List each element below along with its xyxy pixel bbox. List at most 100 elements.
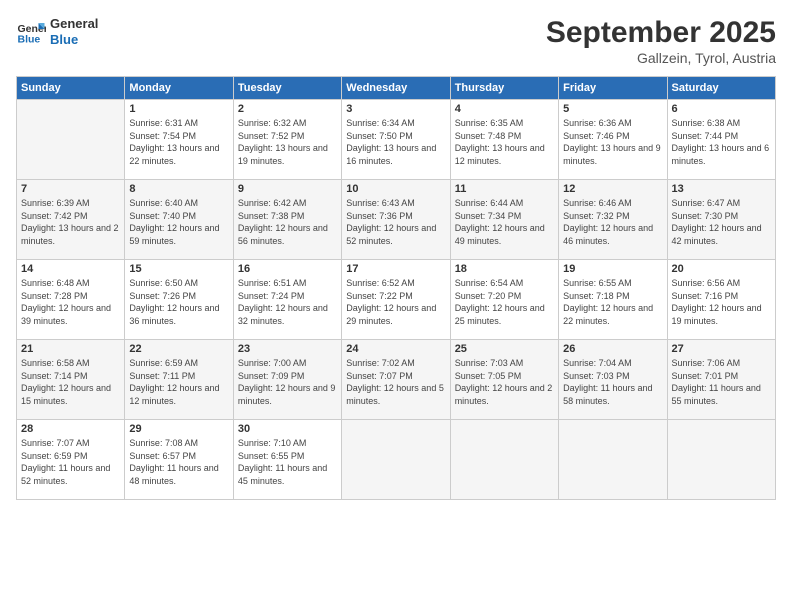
day-number: 9 xyxy=(238,183,337,195)
day-info: Sunrise: 6:55 AMSunset: 7:18 PMDaylight:… xyxy=(563,277,662,327)
logo-icon: General Blue xyxy=(16,17,46,47)
day-number: 8 xyxy=(129,183,228,195)
calendar-cell: 23 Sunrise: 7:00 AMSunset: 7:09 PMDayligh… xyxy=(233,340,341,420)
calendar-cell: 9 Sunrise: 6:42 AMSunset: 7:38 PMDaylight… xyxy=(233,180,341,260)
calendar-cell: 8Sunrise: 6:40 AMSunset: 7:40 PMDaylight… xyxy=(125,180,233,260)
header-row: General Blue General Blue September 2025… xyxy=(16,16,776,66)
calendar-cell: 11 Sunrise: 6:44 AMSunset: 7:34 PMDayligh… xyxy=(450,180,558,260)
column-header-sunday: Sunday xyxy=(17,77,125,100)
day-info: Sunrise: 6:42 AMSunset: 7:38 PMDaylight:… xyxy=(238,197,337,247)
day-info: Sunrise: 6:58 AMSunset: 7:14 PMDaylight:… xyxy=(21,357,120,407)
day-number: 25 xyxy=(455,343,554,355)
calendar-cell: 15 Sunrise: 6:50 AMSunset: 7:26 PMDayligh… xyxy=(125,260,233,340)
calendar-cell xyxy=(342,420,450,500)
calendar-cell: 12 Sunrise: 6:46 AMSunset: 7:32 PMDayligh… xyxy=(559,180,667,260)
calendar-cell: 3 Sunrise: 6:34 AMSunset: 7:50 PMDaylight… xyxy=(342,100,450,180)
calendar-cell: 7 Sunrise: 6:39 AMSunset: 7:42 PMDaylight… xyxy=(17,180,125,260)
day-info: Sunrise: 7:04 AMSunset: 7:03 PMDaylight:… xyxy=(563,357,662,407)
calendar-cell: 10 Sunrise: 6:43 AMSunset: 7:36 PMDayligh… xyxy=(342,180,450,260)
day-number: 19 xyxy=(563,263,662,275)
calendar-cell: 5 Sunrise: 6:36 AMSunset: 7:46 PMDaylight… xyxy=(559,100,667,180)
day-info: Sunrise: 6:31 AMSunset: 7:54 PMDaylight:… xyxy=(129,117,228,167)
column-header-tuesday: Tuesday xyxy=(233,77,341,100)
calendar-cell: 26 Sunrise: 7:04 AMSunset: 7:03 PMDayligh… xyxy=(559,340,667,420)
day-info: Sunrise: 7:08 AMSunset: 6:57 PMDaylight:… xyxy=(129,437,228,487)
day-number: 6 xyxy=(672,103,771,115)
day-number: 22 xyxy=(129,343,228,355)
calendar-header-row: SundayMondayTuesdayWednesdayThursdayFrid… xyxy=(17,77,776,100)
logo-blue: Blue xyxy=(50,32,98,48)
column-header-wednesday: Wednesday xyxy=(342,77,450,100)
calendar-cell: 24Sunrise: 7:02 AMSunset: 7:07 PMDayligh… xyxy=(342,340,450,420)
day-number: 5 xyxy=(563,103,662,115)
day-number: 27 xyxy=(672,343,771,355)
calendar-cell: 29 Sunrise: 7:08 AMSunset: 6:57 PMDayligh… xyxy=(125,420,233,500)
day-number: 30 xyxy=(238,423,337,435)
day-number: 3 xyxy=(346,103,445,115)
day-number: 15 xyxy=(129,263,228,275)
day-info: Sunrise: 6:47 AMSunset: 7:30 PMDaylight:… xyxy=(672,197,771,247)
calendar-cell xyxy=(17,100,125,180)
day-number: 23 xyxy=(238,343,337,355)
day-number: 18 xyxy=(455,263,554,275)
calendar-week-row: 7 Sunrise: 6:39 AMSunset: 7:42 PMDaylight… xyxy=(17,180,776,260)
calendar-cell: 6Sunrise: 6:38 AMSunset: 7:44 PMDaylight… xyxy=(667,100,775,180)
calendar-cell: 27Sunrise: 7:06 AMSunset: 7:01 PMDayligh… xyxy=(667,340,775,420)
day-number: 13 xyxy=(672,183,771,195)
column-header-thursday: Thursday xyxy=(450,77,558,100)
day-number: 11 xyxy=(455,183,554,195)
title-block: September 2025 Gallzein, Tyrol, Austria xyxy=(546,16,776,66)
calendar-cell: 2Sunrise: 6:32 AMSunset: 7:52 PMDaylight… xyxy=(233,100,341,180)
day-info: Sunrise: 6:36 AMSunset: 7:46 PMDaylight:… xyxy=(563,117,662,167)
column-header-monday: Monday xyxy=(125,77,233,100)
day-info: Sunrise: 6:48 AMSunset: 7:28 PMDaylight:… xyxy=(21,277,120,327)
day-number: 7 xyxy=(21,183,120,195)
logo-general: General xyxy=(50,16,98,32)
month-title: September 2025 xyxy=(546,16,776,50)
day-info: Sunrise: 6:52 AMSunset: 7:22 PMDaylight:… xyxy=(346,277,445,327)
logo: General Blue General Blue xyxy=(16,16,98,47)
day-info: Sunrise: 6:46 AMSunset: 7:32 PMDaylight:… xyxy=(563,197,662,247)
calendar-cell xyxy=(450,420,558,500)
day-number: 29 xyxy=(129,423,228,435)
day-info: Sunrise: 6:54 AMSunset: 7:20 PMDaylight:… xyxy=(455,277,554,327)
calendar-cell: 4Sunrise: 6:35 AMSunset: 7:48 PMDaylight… xyxy=(450,100,558,180)
calendar-week-row: 21Sunrise: 6:58 AMSunset: 7:14 PMDayligh… xyxy=(17,340,776,420)
day-info: Sunrise: 7:07 AMSunset: 6:59 PMDaylight:… xyxy=(21,437,120,487)
day-info: Sunrise: 6:56 AMSunset: 7:16 PMDaylight:… xyxy=(672,277,771,327)
day-number: 12 xyxy=(563,183,662,195)
day-number: 24 xyxy=(346,343,445,355)
calendar-cell: 25Sunrise: 7:03 AMSunset: 7:05 PMDayligh… xyxy=(450,340,558,420)
calendar-cell: 19 Sunrise: 6:55 AMSunset: 7:18 PMDayligh… xyxy=(559,260,667,340)
day-number: 26 xyxy=(563,343,662,355)
calendar-week-row: 1 Sunrise: 6:31 AMSunset: 7:54 PMDaylight… xyxy=(17,100,776,180)
day-info: Sunrise: 6:50 AMSunset: 7:26 PMDaylight:… xyxy=(129,277,228,327)
day-info: Sunrise: 6:43 AMSunset: 7:36 PMDaylight:… xyxy=(346,197,445,247)
column-header-friday: Friday xyxy=(559,77,667,100)
calendar-cell: 13 Sunrise: 6:47 AMSunset: 7:30 PMDayligh… xyxy=(667,180,775,260)
column-header-saturday: Saturday xyxy=(667,77,775,100)
day-number: 4 xyxy=(455,103,554,115)
calendar-cell: 30Sunrise: 7:10 AMSunset: 6:55 PMDayligh… xyxy=(233,420,341,500)
calendar-cell: 16Sunrise: 6:51 AMSunset: 7:24 PMDayligh… xyxy=(233,260,341,340)
location-subtitle: Gallzein, Tyrol, Austria xyxy=(546,50,776,66)
calendar-container: General Blue General Blue September 2025… xyxy=(0,0,792,612)
calendar-cell xyxy=(667,420,775,500)
day-info: Sunrise: 6:44 AMSunset: 7:34 PMDaylight:… xyxy=(455,197,554,247)
calendar-week-row: 28 Sunrise: 7:07 AMSunset: 6:59 PMDayligh… xyxy=(17,420,776,500)
day-info: Sunrise: 6:39 AMSunset: 7:42 PMDaylight:… xyxy=(21,197,120,247)
calendar-cell: 20 Sunrise: 6:56 AMSunset: 7:16 PMDayligh… xyxy=(667,260,775,340)
day-info: Sunrise: 7:00 AMSunset: 7:09 PMDaylight:… xyxy=(238,357,337,407)
calendar-cell: 14Sunrise: 6:48 AMSunset: 7:28 PMDayligh… xyxy=(17,260,125,340)
day-number: 10 xyxy=(346,183,445,195)
calendar-cell: 21Sunrise: 6:58 AMSunset: 7:14 PMDayligh… xyxy=(17,340,125,420)
day-info: Sunrise: 6:59 AMSunset: 7:11 PMDaylight:… xyxy=(129,357,228,407)
calendar-cell: 17Sunrise: 6:52 AMSunset: 7:22 PMDayligh… xyxy=(342,260,450,340)
logo-text: General Blue xyxy=(50,16,98,47)
svg-text:Blue: Blue xyxy=(18,33,41,45)
day-number: 28 xyxy=(21,423,120,435)
day-number: 20 xyxy=(672,263,771,275)
day-info: Sunrise: 6:34 AMSunset: 7:50 PMDaylight:… xyxy=(346,117,445,167)
calendar-cell: 22 Sunrise: 6:59 AMSunset: 7:11 PMDayligh… xyxy=(125,340,233,420)
day-number: 1 xyxy=(129,103,228,115)
